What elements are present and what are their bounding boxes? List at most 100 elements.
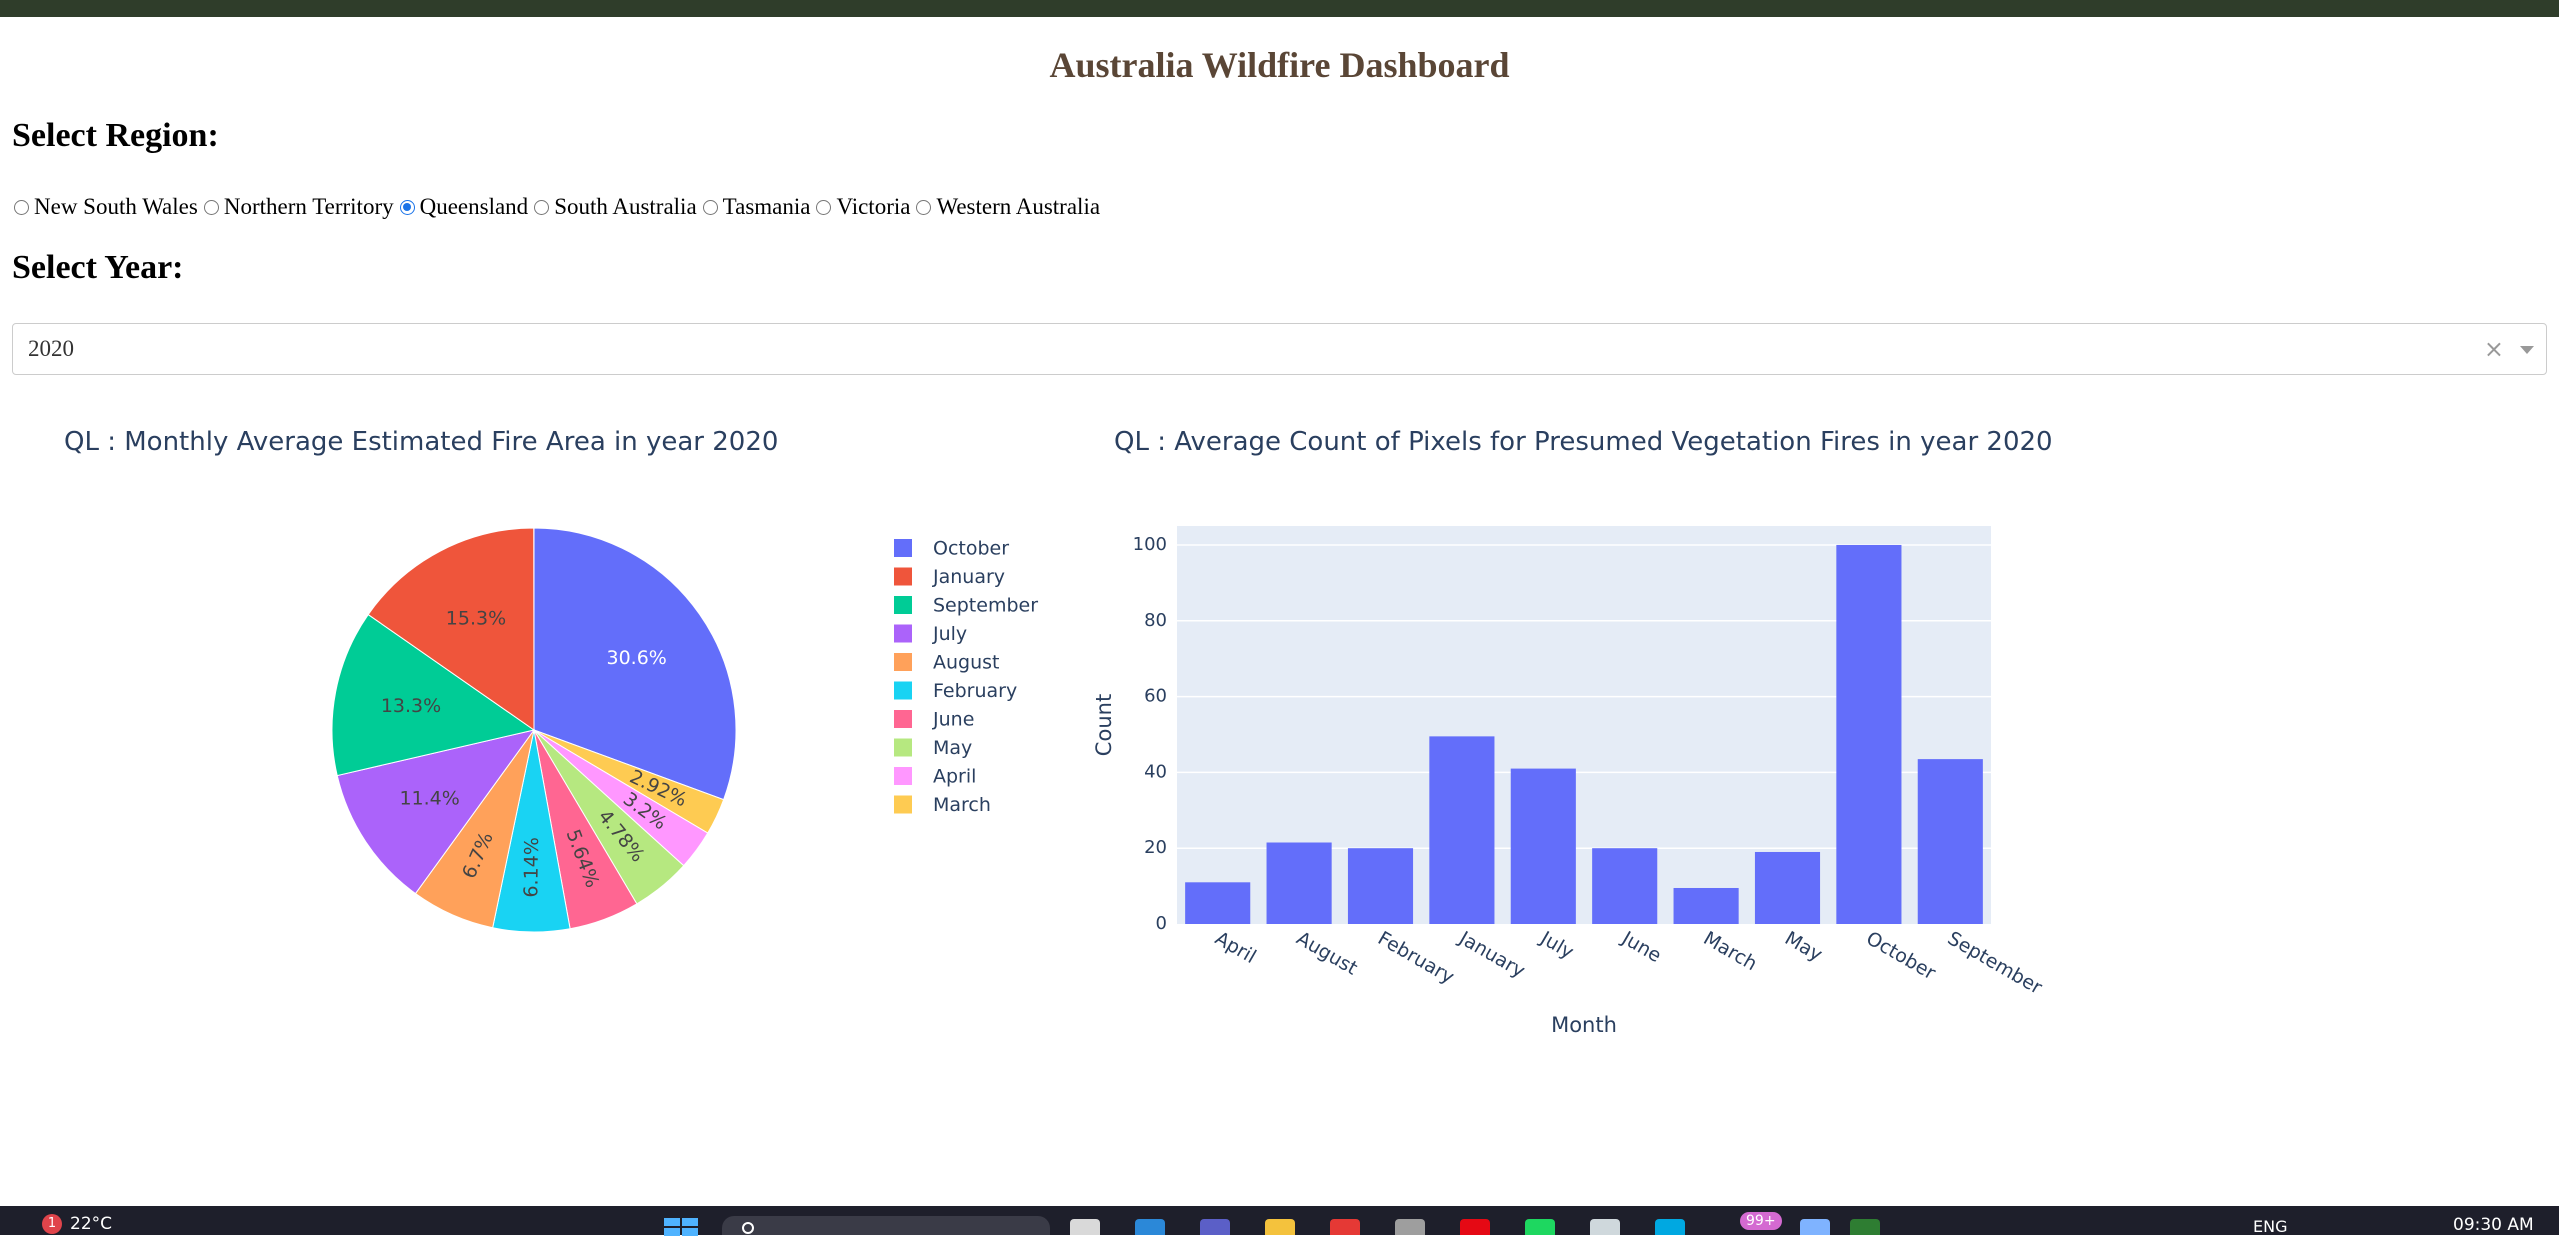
legend-item-september[interactable]: September	[933, 595, 1038, 617]
bar-march[interactable]	[1673, 887, 1739, 924]
pie-slice-label: 30.6%	[607, 647, 667, 669]
y-tick-label: 80	[1144, 610, 1167, 631]
bar-april[interactable]	[1185, 882, 1251, 924]
page-title: Australia Wildfire Dashboard	[1049, 45, 1510, 85]
radio-button[interactable]	[14, 199, 29, 215]
radio-label: South Australia	[554, 194, 697, 219]
bar-chart-title: QL : Average Count of Pixels for Presume…	[1114, 427, 2053, 457]
language-indicator[interactable]: ENG	[2253, 1217, 2287, 1236]
radio-button[interactable]	[534, 199, 550, 215]
y-tick-label: 20	[1144, 837, 1167, 858]
weather-widget[interactable]: 1 22°C	[42, 1214, 112, 1234]
y-tick-label: 100	[1133, 534, 1167, 555]
taskbar-app-icon[interactable]	[1395, 1219, 1425, 1235]
pie-slice-label: 6.14%	[520, 837, 543, 898]
radio-button[interactable]	[702, 199, 718, 215]
region-option-northern-territory[interactable]: Northern Territory	[203, 194, 394, 220]
legend-item-july[interactable]: July	[932, 623, 967, 645]
region-heading: Select Region:	[12, 117, 219, 154]
year-dropdown-value: 2020	[28, 336, 74, 361]
x-tick-label: January	[1455, 927, 1529, 983]
clear-icon[interactable]: ×	[2484, 335, 2504, 363]
taskbar-app-icon[interactable]	[1135, 1219, 1165, 1235]
legend-swatch[interactable]	[894, 710, 912, 728]
radio-button-selected[interactable]	[399, 199, 415, 215]
region-option-tasmania[interactable]: Tasmania	[702, 194, 810, 220]
temperature-label: 22°C	[70, 1214, 113, 1234]
weather-badge: 1	[42, 1214, 62, 1234]
region-option-queensland[interactable]: Queensland	[399, 194, 529, 220]
legend-item-may[interactable]: May	[933, 737, 972, 759]
taskbar-app-icon[interactable]	[1525, 1219, 1555, 1235]
y-tick-label: 40	[1144, 761, 1167, 782]
legend-item-march[interactable]: March	[933, 794, 991, 816]
clock[interactable]: 09:30 AM	[2453, 1215, 2534, 1235]
radio-label: Queensland	[419, 194, 529, 219]
window-top-bar	[0, 0, 2559, 17]
bar-chart: 020406080100April August FebruaryJanuary Ju…	[1092, 526, 2046, 1037]
y-axis-title: Count	[1092, 694, 1116, 756]
legend-item-april[interactable]: April	[933, 766, 976, 788]
bar-june[interactable]	[1592, 848, 1658, 924]
x-axis-title: Month	[1551, 1013, 1617, 1037]
radio-button[interactable]	[916, 199, 932, 215]
x-tick-label: July	[1536, 927, 1577, 964]
bar-january[interactable]	[1429, 736, 1495, 924]
pie-slice-label: 11.4%	[399, 788, 459, 810]
taskbar-app-icon[interactable]	[1070, 1219, 1100, 1235]
region-radio-group: New South Wales Northern Territory Queen…	[14, 190, 1106, 224]
notification-badge: 99+	[1740, 1212, 1782, 1230]
x-tick-label: March	[1700, 927, 1761, 975]
taskbar-app-icon[interactable]	[1330, 1219, 1360, 1235]
windows-start-icon[interactable]	[664, 1218, 698, 1236]
radio-button[interactable]	[203, 199, 219, 215]
taskbar-app-icon[interactable]	[1200, 1219, 1230, 1235]
legend-swatch[interactable]	[894, 738, 912, 757]
y-tick-label: 60	[1144, 686, 1167, 707]
bar-august[interactable]	[1266, 842, 1332, 924]
taskbar-app-icon[interactable]	[1800, 1219, 1830, 1235]
taskbar-app-icon[interactable]	[1265, 1219, 1295, 1235]
taskbar-app-icon[interactable]	[1850, 1219, 1880, 1235]
legend-item-february[interactable]: February	[933, 680, 1017, 702]
y-tick-label: 0	[1156, 913, 1167, 934]
chevron-down-icon[interactable]	[2520, 346, 2534, 354]
x-tick-label: May	[1781, 927, 1826, 966]
region-option-western-australia[interactable]: Western Australia	[916, 194, 1100, 220]
bar-may[interactable]	[1754, 851, 1821, 924]
legend-swatch[interactable]	[894, 681, 912, 700]
legend-swatch[interactable]	[894, 539, 912, 557]
x-tick-label: June	[1617, 927, 1665, 967]
bar-october[interactable]	[1836, 544, 1902, 924]
region-option-south-australia[interactable]: South Australia	[534, 194, 697, 220]
region-option-new-south-wales[interactable]: New South Wales	[14, 194, 198, 220]
search-icon	[742, 1222, 754, 1234]
taskbar-search[interactable]	[722, 1216, 1050, 1235]
taskbar: 1 22°C 99+ ENG 09:30 AM	[0, 1206, 2559, 1236]
taskbar-app-icon[interactable]	[1655, 1219, 1685, 1235]
legend-item-october[interactable]: October	[933, 538, 1009, 560]
x-tick-label: April	[1211, 927, 1260, 968]
x-tick-label: October	[1862, 927, 1939, 984]
legend-item-january[interactable]: January	[932, 566, 1005, 588]
legend-swatch[interactable]	[894, 596, 912, 614]
radio-label: New South Wales	[34, 194, 198, 219]
legend-swatch[interactable]	[894, 624, 912, 643]
year-dropdown[interactable]: 2020 ×	[12, 323, 2547, 375]
legend-swatch[interactable]	[894, 567, 912, 586]
bar-july[interactable]	[1510, 768, 1576, 924]
legend-item-august[interactable]: August	[933, 652, 1000, 674]
bar-february[interactable]	[1347, 848, 1414, 924]
radio-button[interactable]	[816, 199, 832, 215]
year-heading: Select Year:	[12, 249, 184, 286]
region-option-victoria[interactable]: Victoria	[816, 194, 910, 220]
taskbar-app-icon[interactable]	[1590, 1219, 1620, 1235]
bar-september[interactable]	[1917, 759, 1983, 924]
legend-swatch[interactable]	[894, 795, 912, 814]
legend-item-june[interactable]: June	[932, 709, 974, 731]
legend-swatch[interactable]	[894, 767, 912, 785]
taskbar-app-icon[interactable]	[1460, 1219, 1490, 1235]
pie-slice-label: 15.3%	[446, 608, 506, 630]
legend-swatch[interactable]	[894, 653, 912, 671]
pie-chart: 30.6%2.92%3.2%4.78%5.64%6.14%6.7%11.4%13…	[331, 527, 1038, 933]
